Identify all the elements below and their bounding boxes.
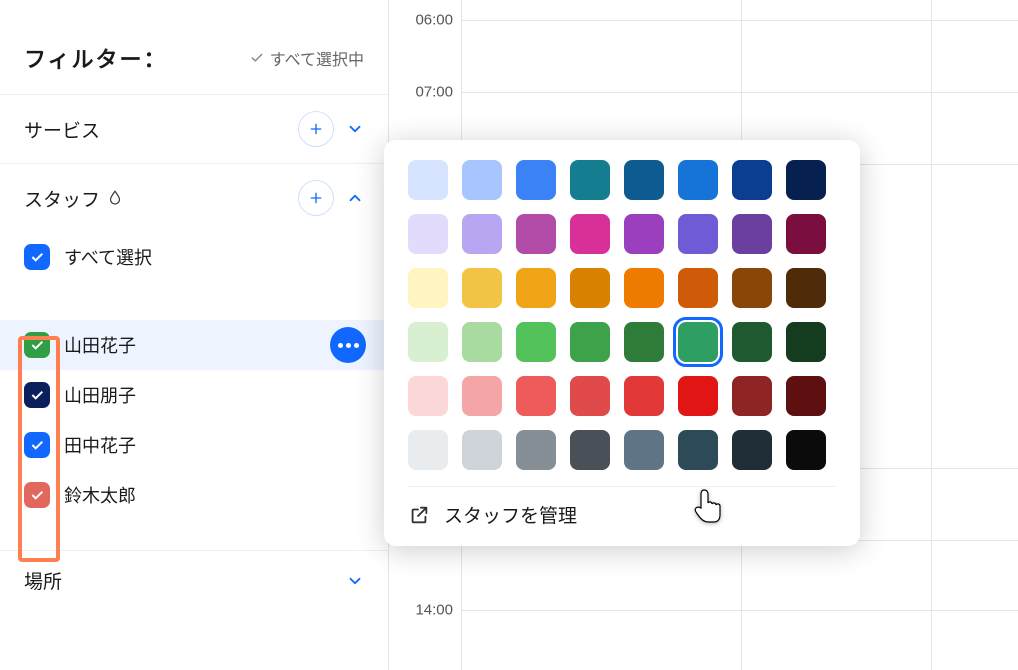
color-swatch[interactable]: [624, 268, 664, 308]
color-swatch[interactable]: [570, 322, 610, 362]
chevron-down-icon[interactable]: [346, 120, 364, 138]
staff-name: 田中花子: [64, 432, 136, 458]
color-swatch[interactable]: [732, 214, 772, 254]
color-swatch[interactable]: [408, 160, 448, 200]
color-swatch[interactable]: [732, 322, 772, 362]
add-service-button[interactable]: [298, 111, 334, 147]
filter-header: フィルター： すべて選択中: [0, 0, 388, 94]
section-service[interactable]: サービス: [0, 94, 388, 163]
color-swatch[interactable]: [516, 160, 556, 200]
color-swatch[interactable]: [624, 160, 664, 200]
color-swatch[interactable]: [516, 268, 556, 308]
dots-icon: [338, 343, 359, 348]
color-swatch[interactable]: [570, 268, 610, 308]
color-swatch[interactable]: [570, 376, 610, 416]
plus-icon: [308, 190, 324, 206]
color-swatch[interactable]: [462, 322, 502, 362]
color-swatch[interactable]: [462, 160, 502, 200]
color-swatch[interactable]: [462, 376, 502, 416]
manage-staff-link[interactable]: スタッフを管理: [408, 486, 836, 528]
section-staff-label: スタッフ: [24, 185, 124, 212]
color-swatch[interactable]: [732, 268, 772, 308]
swatch-grid: [408, 160, 836, 470]
check-icon: [250, 51, 264, 65]
color-swatch[interactable]: [516, 430, 556, 470]
time-label: 14:00: [415, 602, 453, 619]
water-drop-icon: [106, 189, 124, 207]
color-swatch[interactable]: [732, 430, 772, 470]
color-swatch[interactable]: [516, 376, 556, 416]
section-staff-controls: [298, 180, 364, 216]
time-label: 06:00: [415, 12, 453, 29]
chevron-up-icon[interactable]: [346, 189, 364, 207]
staff-item[interactable]: 鈴木太郎: [0, 470, 388, 520]
color-swatch[interactable]: [624, 322, 664, 362]
filter-title: フィルター：: [24, 42, 168, 74]
section-service-controls: [298, 111, 364, 147]
color-picker-popup: スタッフを管理: [384, 140, 860, 546]
external-link-icon: [408, 504, 430, 526]
sidebar: フィルター： すべて選択中 サービス スタッフ すべて選択: [0, 0, 389, 670]
checkbox-icon[interactable]: [24, 382, 50, 408]
more-button[interactable]: [330, 327, 366, 363]
color-swatch[interactable]: [570, 214, 610, 254]
color-swatch[interactable]: [462, 214, 502, 254]
staff-name: 山田花子: [64, 332, 136, 358]
color-swatch[interactable]: [624, 376, 664, 416]
color-swatch[interactable]: [516, 214, 556, 254]
section-service-label: サービス: [24, 116, 100, 143]
color-swatch[interactable]: [678, 322, 718, 362]
color-swatch[interactable]: [624, 214, 664, 254]
color-swatch[interactable]: [624, 430, 664, 470]
color-swatch[interactable]: [462, 268, 502, 308]
color-swatch[interactable]: [732, 160, 772, 200]
color-swatch[interactable]: [408, 322, 448, 362]
color-swatch[interactable]: [786, 430, 826, 470]
color-swatch[interactable]: [408, 430, 448, 470]
color-swatch[interactable]: [678, 376, 718, 416]
color-swatch[interactable]: [678, 214, 718, 254]
staff-select-all[interactable]: すべて選択: [0, 232, 388, 282]
checkbox-icon[interactable]: [24, 482, 50, 508]
color-swatch[interactable]: [678, 430, 718, 470]
plus-icon: [308, 121, 324, 137]
color-swatch[interactable]: [408, 268, 448, 308]
color-swatch[interactable]: [732, 376, 772, 416]
color-swatch[interactable]: [516, 322, 556, 362]
chevron-down-icon[interactable]: [346, 572, 364, 590]
staff-item[interactable]: 山田朋子: [0, 370, 388, 420]
section-location[interactable]: 場所: [0, 550, 388, 610]
color-swatch[interactable]: [786, 268, 826, 308]
manage-staff-label: スタッフを管理: [444, 501, 577, 528]
color-swatch[interactable]: [678, 268, 718, 308]
checkbox-icon[interactable]: [24, 244, 50, 270]
select-all-label: すべて選択中: [270, 46, 364, 70]
color-swatch[interactable]: [786, 214, 826, 254]
staff-item[interactable]: 山田花子: [0, 320, 388, 370]
color-swatch[interactable]: [786, 376, 826, 416]
color-swatch[interactable]: [408, 214, 448, 254]
checkbox-icon[interactable]: [24, 332, 50, 358]
time-label: 07:00: [415, 84, 453, 101]
section-staff[interactable]: スタッフ: [0, 163, 388, 232]
staff-all-label: すべて選択: [64, 244, 152, 270]
staff-name: 山田朋子: [64, 382, 136, 408]
color-swatch[interactable]: [786, 160, 826, 200]
staff-name: 鈴木太郎: [64, 482, 136, 508]
color-swatch[interactable]: [678, 160, 718, 200]
color-swatch[interactable]: [570, 160, 610, 200]
staff-list: すべて選択 山田花子 山田朋子 田中花子 鈴木太郎: [0, 232, 388, 520]
color-swatch[interactable]: [462, 430, 502, 470]
checkbox-icon[interactable]: [24, 432, 50, 458]
section-location-label: 場所: [24, 567, 62, 594]
staff-item[interactable]: 田中花子: [0, 420, 388, 470]
color-swatch[interactable]: [408, 376, 448, 416]
select-all-status[interactable]: すべて選択中: [250, 46, 364, 70]
color-swatch[interactable]: [786, 322, 826, 362]
add-staff-button[interactable]: [298, 180, 334, 216]
color-swatch[interactable]: [570, 430, 610, 470]
